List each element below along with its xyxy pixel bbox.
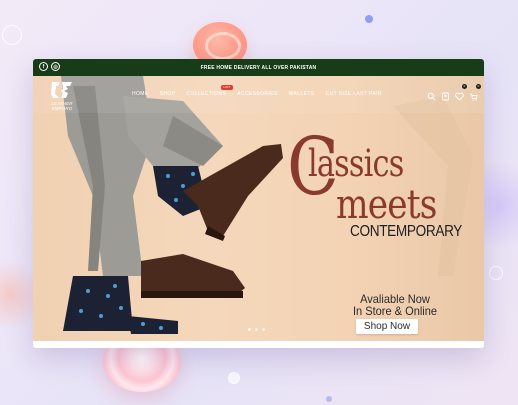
headline-line1: lassics <box>308 142 404 185</box>
nav-item-cut-size-last-pair[interactable]: CUT SIZE LAST PAIR <box>326 91 382 97</box>
hot-badge: HOT <box>221 85 233 90</box>
logo-text: LEATHER EMPORO <box>51 101 73 111</box>
slide-dot[interactable] <box>248 328 251 331</box>
brand-logo[interactable]: LEATHER EMPORO <box>41 80 83 112</box>
decor-ring <box>2 25 22 45</box>
decor-ring <box>489 266 503 280</box>
slider-pagination <box>248 328 265 331</box>
nav-item-home[interactable]: HOME <box>132 91 149 97</box>
announcement-text: FREE HOME DELIVERY ALL OVER PAKISTAN <box>200 64 317 71</box>
logo-mark-icon <box>49 80 75 100</box>
availability-text: Avaliable Now In Store & Online <box>344 293 445 317</box>
cart-count: 0 <box>476 84 481 89</box>
nav-item-shop[interactable]: SHOP <box>160 91 176 97</box>
nav-menu: HOME SHOP COLLECTIONS HOT ACCESSORIES WAL… <box>132 85 382 97</box>
main-nav: LEATHER EMPORO HOME SHOP COLLECTIONS HOT … <box>33 76 484 113</box>
nav-item-label: COLLECTIONS <box>186 91 227 97</box>
announcement-bar: f ◎ FREE HOME DELIVERY ALL OVER PAKISTAN <box>33 59 484 76</box>
website-window: f ◎ FREE HOME DELIVERY ALL OVER PAKISTAN <box>33 59 484 348</box>
wishlist-count: 0 <box>462 84 467 89</box>
hero-banner[interactable]: LEATHER EMPORO HOME SHOP COLLECTIONS HOT … <box>33 76 484 341</box>
wishlist-icon[interactable]: 0 <box>455 84 467 101</box>
headline-line3: CONTEMPORARY <box>350 223 463 240</box>
social-links: f ◎ <box>39 62 60 71</box>
cart-icon[interactable]: 0 <box>469 84 481 101</box>
decor-ring <box>228 372 240 384</box>
account-icon[interactable] <box>441 88 450 101</box>
header-icons: 0 0 <box>427 84 481 101</box>
nav-item-collections[interactable]: COLLECTIONS HOT <box>186 85 233 97</box>
search-icon[interactable] <box>427 88 436 101</box>
nav-item-wallets[interactable]: WALLETS <box>289 91 315 97</box>
headline-line2: meets <box>336 182 437 228</box>
slide-dot[interactable] <box>262 328 265 331</box>
decor-dot <box>365 15 373 23</box>
shop-now-button[interactable]: Shop Now <box>356 319 418 334</box>
instagram-icon[interactable]: ◎ <box>51 62 60 71</box>
facebook-icon[interactable]: f <box>39 62 48 71</box>
nav-item-accessories[interactable]: ACCESSORIES <box>237 91 278 97</box>
page-bottom-strip <box>33 341 484 348</box>
slide-dot[interactable] <box>255 328 258 331</box>
decor-dot <box>326 396 332 402</box>
availability-line2: In Store & Online <box>352 304 438 318</box>
